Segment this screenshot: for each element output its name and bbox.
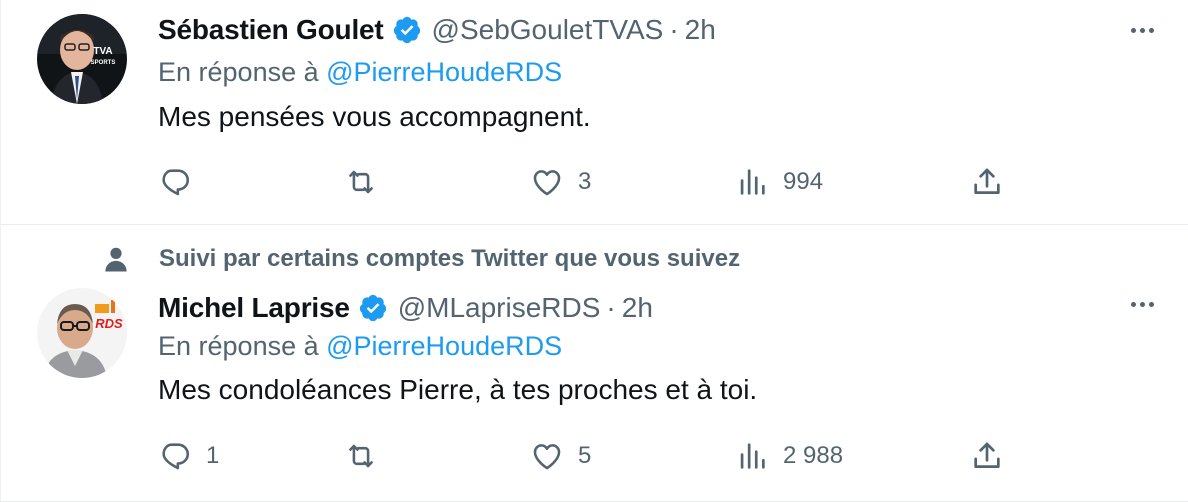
share-icon [974,168,1000,194]
social-context: Suivi par certains comptes Twitter que v… [101,242,740,276]
share-button[interactable] [970,436,1004,476]
tweet-header: Sébastien Goulet @SebGouletTVAS · 2h [158,10,716,50]
retweet-button[interactable] [344,436,392,476]
tweet-actions: 3 994 [158,162,1018,202]
reply-prefix: En réponse à [158,331,327,361]
reply-mention-link[interactable]: @PierreHoudeRDS [326,331,562,361]
retweet-button[interactable] [344,162,392,202]
share-button[interactable] [970,162,1004,202]
views-button[interactable]: 994 [735,162,823,202]
verified-icon[interactable] [392,15,422,45]
more-icon[interactable] [1122,15,1162,45]
reply-icon [162,443,190,470]
reply-count: 1 [206,442,220,469]
avatar-badge-text: TVA [93,46,112,57]
tweet[interactable]: TVA SPORTS Sébastien Goulet @SebGouletTV… [0,0,1188,225]
author-display-name[interactable]: Sébastien Goulet [158,14,384,46]
person-icon [105,247,127,272]
avatar-image: RDS [37,288,127,378]
tweet-text: Mes condoléances Pierre, à tes proches e… [158,374,758,405]
author-handle[interactable]: @SebGouletTVAS [432,14,664,46]
reply-context: En réponse à @PierreHoudeRDS [158,57,562,88]
reply-button[interactable]: 1 [158,436,219,476]
avatar-image: TVA SPORTS [37,14,127,104]
share-icon [974,442,1000,468]
retweet-icon [349,170,373,194]
like-icon [533,170,561,196]
like-button[interactable]: 5 [530,436,591,476]
reply-prefix: En réponse à [158,57,327,87]
like-icon [533,444,561,470]
reply-mention-link[interactable]: @PierreHoudeRDS [326,57,562,87]
reply-context: En réponse à @PierreHoudeRDS [158,331,562,362]
like-count: 3 [578,168,592,195]
views-count: 994 [783,168,824,195]
views-count: 2 988 [783,442,844,469]
tweet[interactable]: Suivi par certains comptes Twitter que v… [0,226,1188,502]
separator-dot: · [669,14,679,45]
avatar-badge-subtext: SPORTS [91,60,116,66]
retweet-icon [349,444,373,468]
avatar-badge-text: RDS [95,316,123,331]
views-icon [740,169,765,195]
like-button[interactable]: 3 [530,162,591,202]
reply-icon [162,169,190,196]
views-button[interactable]: 2 988 [735,436,843,476]
like-count: 5 [578,442,592,469]
social-context-text: Suivi par certains comptes Twitter que v… [159,245,741,272]
more-icon[interactable] [1122,289,1162,319]
author-display-name[interactable]: Michel Laprise [158,292,350,324]
tweet-timestamp[interactable]: 2h [685,14,716,46]
author-handle[interactable]: @MLapriseRDS [398,292,601,324]
tweet-header: Michel Laprise @MLapriseRDS · 2h [158,288,653,328]
tweet-actions: 1 5 2 988 [158,436,1018,476]
avatar[interactable]: RDS [37,288,127,378]
verified-icon[interactable] [358,293,388,323]
reply-button[interactable] [158,162,206,202]
avatar[interactable]: TVA SPORTS [37,14,127,104]
tweet-text: Mes pensées vous accompagnent. [158,101,591,132]
separator-dot: · [606,292,616,323]
views-icon [740,443,765,469]
tweet-timestamp[interactable]: 2h [622,292,653,324]
